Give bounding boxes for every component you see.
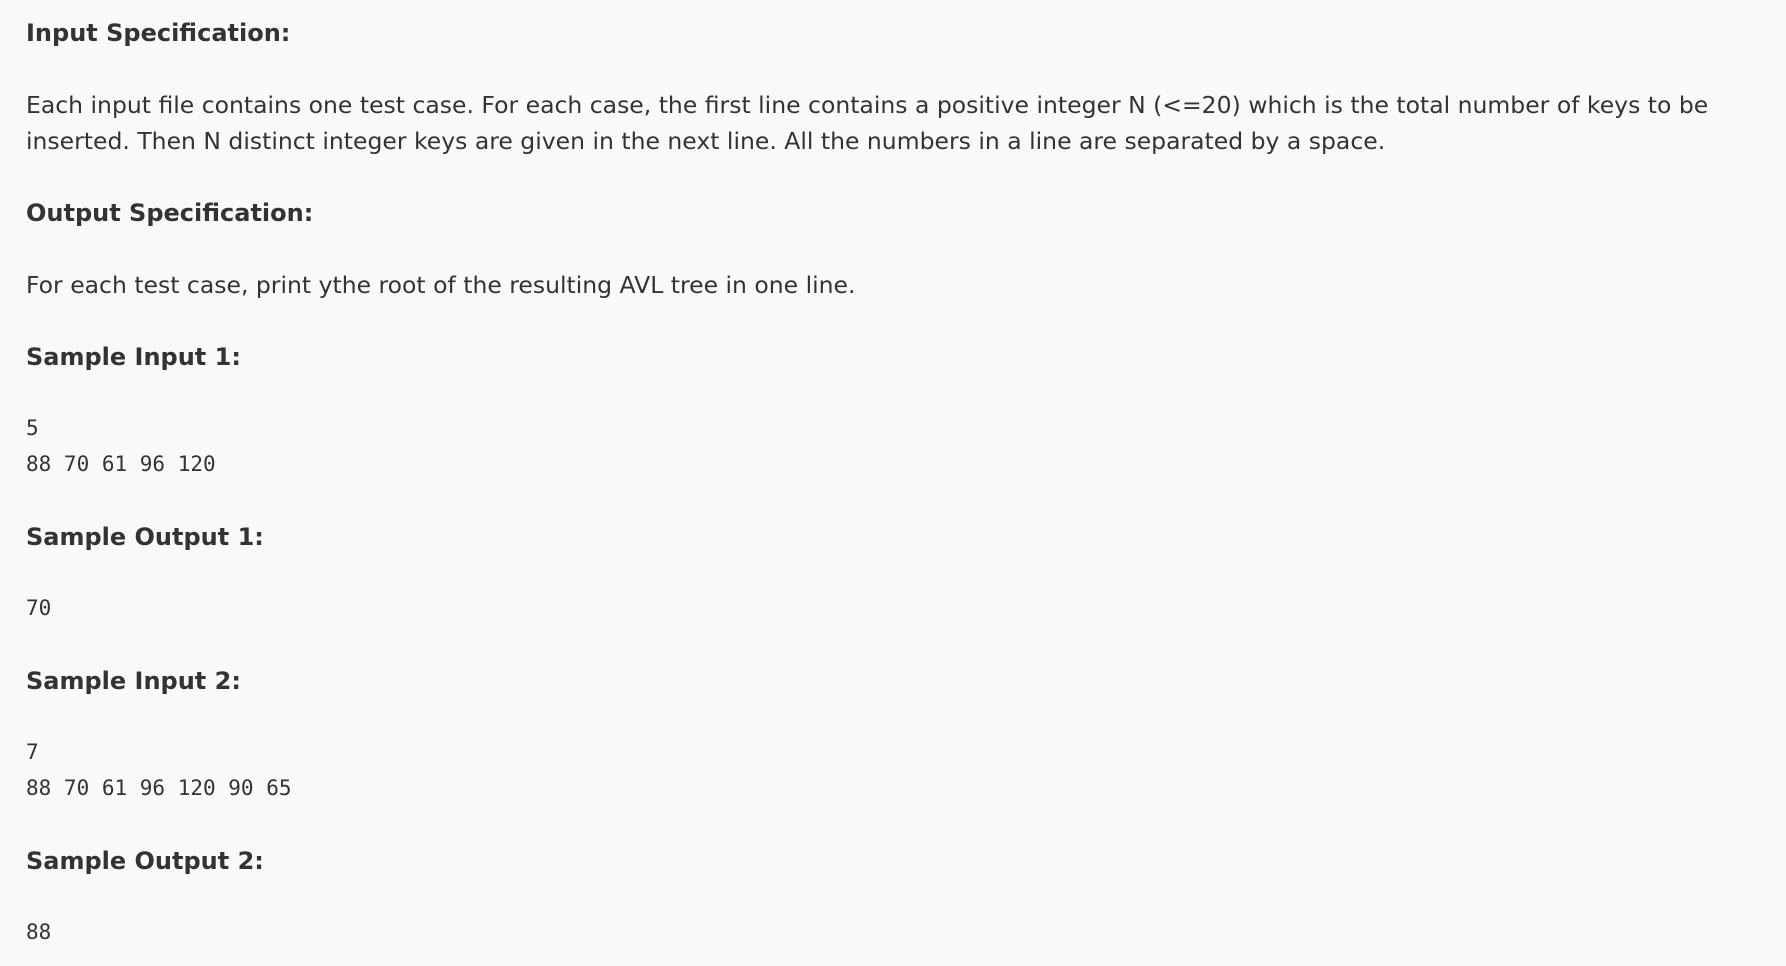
problem-statement: Input Specification: Each input file con… bbox=[0, 0, 1786, 966]
output-specification-heading: Output Specification: bbox=[26, 199, 314, 227]
output-specification-text: For each test case, print ythe root of t… bbox=[26, 271, 856, 299]
sample-input-2-heading: Sample Input 2: bbox=[26, 667, 241, 695]
input-specification-line-2: inserted. Then N distinct integer keys a… bbox=[26, 127, 1386, 155]
input-specification-line-1: Each input file contains one test case. … bbox=[26, 91, 1709, 119]
sample-output-2-value: 88 bbox=[26, 920, 52, 944]
sample-output-1-value: 70 bbox=[26, 596, 52, 620]
sample-input-1-heading: Sample Input 1: bbox=[26, 343, 241, 371]
input-specification-heading: Input Specification: bbox=[26, 19, 291, 47]
sample-input-1-line-1: 5 bbox=[26, 416, 39, 440]
sample-input-2-line-2: 88 70 61 96 120 90 65 bbox=[26, 776, 292, 800]
sample-input-2-line-1: 7 bbox=[26, 740, 39, 764]
sample-output-1-heading: Sample Output 1: bbox=[26, 523, 264, 551]
sample-output-2-heading: Sample Output 2: bbox=[26, 847, 264, 875]
sample-input-1-line-2: 88 70 61 96 120 bbox=[26, 452, 216, 476]
